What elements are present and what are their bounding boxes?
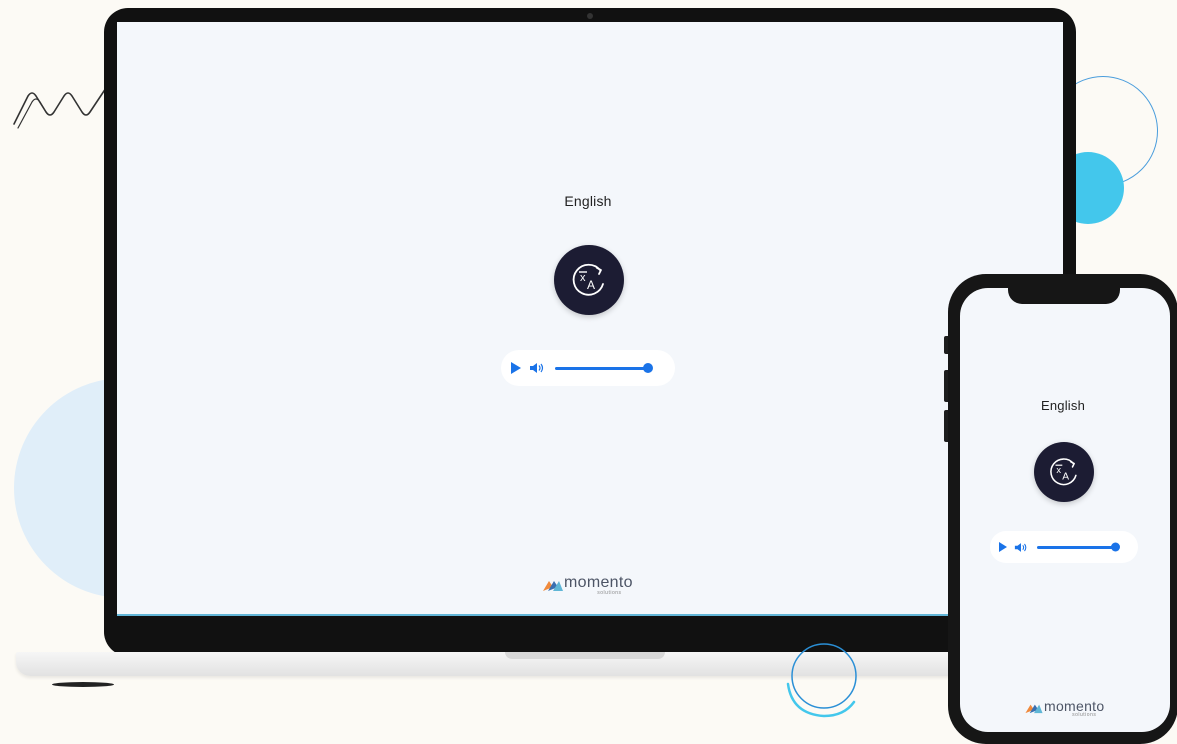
decorative-rings <box>786 643 857 718</box>
logo-tagline: solutions <box>597 590 622 596</box>
logo-tagline: solutions <box>1072 712 1097 718</box>
laptop-foot <box>52 682 114 687</box>
translate-button[interactable]: x A <box>1034 442 1094 502</box>
audio-player <box>990 531 1138 563</box>
company-logo: momento solutions <box>542 574 633 596</box>
svg-text:A: A <box>1062 472 1069 483</box>
laptop-notch <box>505 652 665 659</box>
decorative-zigzag <box>13 87 107 129</box>
progress-slider[interactable] <box>555 363 653 373</box>
translate-icon: x A <box>1050 458 1077 486</box>
slider-knob[interactable] <box>643 363 653 373</box>
play-icon[interactable] <box>999 542 1007 552</box>
progress-slider[interactable] <box>1037 542 1120 552</box>
language-label: English <box>1040 398 1086 413</box>
volume-icon[interactable] <box>1014 542 1028 553</box>
phone-notch <box>1008 286 1120 304</box>
play-icon[interactable] <box>511 362 521 374</box>
company-logo: momento solutions <box>1024 698 1104 718</box>
phone-screen <box>960 288 1170 732</box>
logo-mark <box>543 581 563 591</box>
translate-icon: x A <box>572 263 604 296</box>
translate-button[interactable]: x A <box>554 245 624 315</box>
logo-mark <box>1025 704 1043 714</box>
laptop-camera <box>587 13 593 19</box>
svg-text:x: x <box>580 272 586 284</box>
svg-text:A: A <box>587 278 595 292</box>
audio-player <box>501 350 675 386</box>
slider-knob[interactable] <box>1111 542 1120 552</box>
language-label: English <box>564 193 612 209</box>
laptop-screen <box>117 22 1063 616</box>
svg-text:x: x <box>1056 465 1061 475</box>
volume-icon[interactable] <box>529 362 545 374</box>
